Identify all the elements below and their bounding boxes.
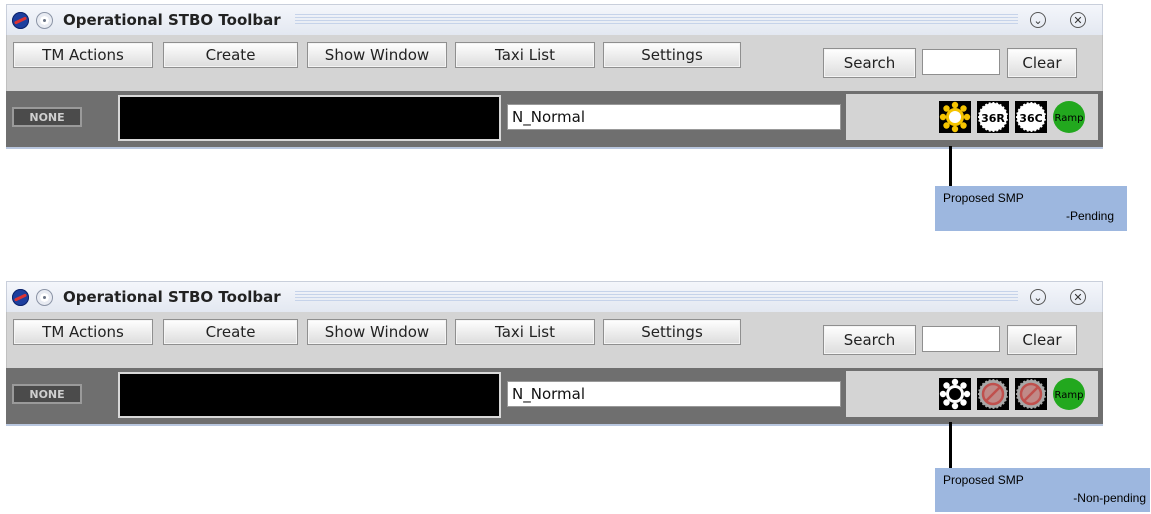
search-input[interactable]: [922, 49, 1000, 75]
indicator-tray: Ramp: [846, 371, 1098, 417]
config-name-field[interactable]: N_Normal: [507, 104, 841, 130]
stbo-toolbar-window-non-pending: Operational STBO Toolbar ⌄ ✕ TM Actions …: [6, 281, 1103, 426]
tm-actions-button[interactable]: TM Actions: [13, 42, 153, 68]
message-display: [118, 372, 501, 418]
status-row: NONE N_Normal: [6, 91, 1103, 149]
nasa-logo-icon: [12, 11, 29, 29]
show-window-button[interactable]: Show Window: [307, 42, 447, 68]
config-name-field[interactable]: N_Normal: [507, 381, 841, 407]
runway-36r-icon[interactable]: 36R: [977, 101, 1009, 133]
tm-actions-button[interactable]: TM Actions: [13, 319, 153, 345]
window-menu-icon[interactable]: [36, 288, 53, 306]
indicator-tray: 36R 36C Ramp: [846, 94, 1098, 140]
nasa-logo-icon: [12, 288, 29, 306]
search-input[interactable]: [922, 326, 1000, 352]
window-title: Operational STBO Toolbar: [63, 288, 281, 306]
clear-button[interactable]: Clear: [1007, 325, 1077, 355]
close-icon[interactable]: ✕: [1070, 289, 1086, 305]
callout-proposed-smp-pending: Proposed SMP -Pending: [935, 186, 1127, 231]
title-bar-grip[interactable]: [294, 14, 1018, 26]
status-badge: NONE: [12, 384, 82, 404]
callout-connector: [949, 146, 952, 186]
runway-36r-label: 36R: [981, 112, 1005, 125]
message-display: [118, 95, 501, 141]
create-button[interactable]: Create: [163, 319, 298, 345]
window-menu-icon[interactable]: [36, 11, 53, 29]
menu-row: TM Actions Create Show Window Taxi List …: [6, 35, 1103, 91]
runway-36c-label: 36C: [1019, 112, 1042, 125]
callout-title: Proposed SMP: [943, 191, 1024, 205]
sun-icon[interactable]: [939, 378, 971, 410]
clear-button[interactable]: Clear: [1007, 48, 1077, 78]
ramp-icon[interactable]: Ramp: [1053, 378, 1085, 410]
create-button[interactable]: Create: [163, 42, 298, 68]
settings-button[interactable]: Settings: [603, 319, 741, 345]
stbo-toolbar-window-pending: Operational STBO Toolbar ⌄ ✕ TM Actions …: [6, 4, 1103, 149]
close-icon[interactable]: ✕: [1070, 12, 1086, 28]
sun-icon[interactable]: [939, 101, 971, 133]
runway-closed-icon[interactable]: [977, 378, 1009, 410]
window-title: Operational STBO Toolbar: [63, 11, 281, 29]
search-button[interactable]: Search: [823, 325, 916, 355]
status-badge: NONE: [12, 107, 82, 127]
ramp-label: Ramp: [1055, 113, 1084, 124]
callout-title: Proposed SMP: [943, 473, 1024, 487]
runway-closed-icon[interactable]: [1015, 378, 1047, 410]
title-bar: Operational STBO Toolbar ⌄ ✕: [6, 4, 1103, 35]
show-window-button[interactable]: Show Window: [307, 319, 447, 345]
callout-status: -Non-pending: [1073, 491, 1146, 505]
status-row: NONE N_Normal: [6, 368, 1103, 426]
taxi-list-button[interactable]: Taxi List: [455, 319, 595, 345]
title-bar: Operational STBO Toolbar ⌄ ✕: [6, 281, 1103, 312]
callout-connector: [949, 422, 952, 468]
callout-proposed-smp-non-pending: Proposed SMP -Non-pending: [935, 468, 1150, 512]
minimize-chevron-icon[interactable]: ⌄: [1030, 12, 1046, 28]
minimize-chevron-icon[interactable]: ⌄: [1030, 289, 1046, 305]
ramp-label: Ramp: [1055, 390, 1084, 401]
title-bar-grip[interactable]: [294, 291, 1018, 303]
search-button[interactable]: Search: [823, 48, 916, 78]
ramp-icon[interactable]: Ramp: [1053, 101, 1085, 133]
callout-status: -Pending: [1065, 209, 1114, 223]
taxi-list-button[interactable]: Taxi List: [455, 42, 595, 68]
runway-36c-icon[interactable]: 36C: [1015, 101, 1047, 133]
settings-button[interactable]: Settings: [603, 42, 741, 68]
menu-row: TM Actions Create Show Window Taxi List …: [6, 312, 1103, 368]
